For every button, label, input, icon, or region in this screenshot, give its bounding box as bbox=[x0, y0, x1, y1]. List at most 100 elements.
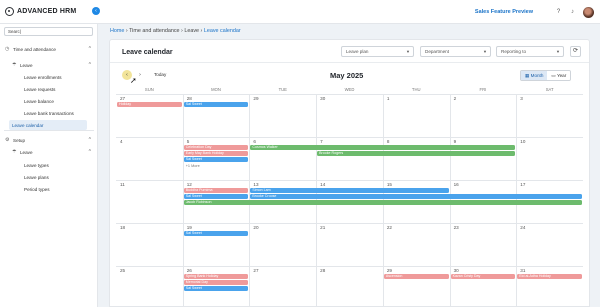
day-number[interactable]: 30 bbox=[320, 96, 325, 101]
leave-plan-select[interactable]: Leave plan ▼ bbox=[341, 46, 414, 57]
reporting-to-select[interactable]: Reporting to ▼ bbox=[496, 46, 564, 57]
sales-feature-preview-link[interactable]: Sales Feature Preview bbox=[475, 9, 533, 15]
day-number[interactable]: 2 bbox=[454, 96, 457, 101]
chevron-up-icon[interactable]: ^ bbox=[89, 149, 91, 155]
day-number[interactable]: 23 bbox=[454, 225, 459, 230]
avatar[interactable] bbox=[583, 6, 594, 18]
leave-event[interactable]: Sal Sweet bbox=[183, 194, 249, 199]
next-month-button[interactable]: › bbox=[136, 70, 144, 80]
leave-event[interactable]: Sal Sweet bbox=[183, 286, 249, 291]
sidebar-item-setup[interactable]: ⚙ Setup ^ bbox=[0, 135, 98, 145]
day-number[interactable]: 1 bbox=[387, 96, 390, 101]
sidebar-item-leave-plans[interactable]: Leave plans bbox=[0, 172, 98, 182]
leave-event[interactable]: Cosmos Walker bbox=[250, 145, 516, 150]
more-events-link[interactable]: +1 More bbox=[186, 164, 200, 168]
sidebar-item-leave-bank-transactions[interactable]: Leave bank transactions bbox=[0, 108, 98, 118]
leave-plan-select-label: Leave plan bbox=[346, 49, 369, 54]
leave-event[interactable]: Kazan Cristy Day bbox=[450, 274, 516, 279]
refresh-icon: ⟳ bbox=[572, 48, 579, 54]
today-button[interactable]: Today bbox=[154, 72, 166, 77]
leave-event[interactable]: Jacob Robinson bbox=[183, 200, 582, 205]
chevron-up-icon[interactable]: ^ bbox=[89, 62, 91, 68]
leave-event[interactable]: Brooke Croose bbox=[250, 194, 582, 199]
day-number[interactable]: 8 bbox=[387, 139, 390, 144]
day-number[interactable]: 16 bbox=[454, 182, 459, 187]
chevron-down-icon: ▼ bbox=[406, 49, 410, 54]
leave-event[interactable]: Sal Sweet bbox=[183, 231, 249, 236]
month-view-button[interactable]: ▦ Month bbox=[521, 71, 548, 80]
day-number[interactable]: 15 bbox=[387, 182, 392, 187]
sidebar-item-leave[interactable]: ☂ Leave ^ bbox=[0, 147, 98, 157]
day-number[interactable]: 5 bbox=[187, 139, 190, 144]
day-number[interactable]: 28 bbox=[320, 268, 325, 273]
sidebar-item-period-types[interactable]: Period types bbox=[0, 184, 98, 194]
leave-event[interactable]: Early May Bank Holiday bbox=[183, 151, 249, 156]
leave-event[interactable]: Sal Sweet bbox=[183, 157, 249, 162]
day-number[interactable]: 28 bbox=[187, 96, 192, 101]
sidebar-item-label: Leave balance bbox=[24, 98, 54, 104]
search-input[interactable]: Searc| bbox=[4, 27, 93, 36]
leave-event[interactable]: Holiday bbox=[117, 102, 182, 107]
day-number[interactable]: 30 bbox=[454, 268, 459, 273]
sidebar-item-label: Leave enrollments bbox=[24, 74, 62, 80]
day-number[interactable]: 20 bbox=[253, 225, 258, 230]
sidebar-item-leave-types[interactable]: Leave types bbox=[0, 160, 98, 170]
breadcrumb-time-attendance[interactable]: Time and attendance bbox=[129, 28, 179, 34]
bell-icon[interactable]: ♪ bbox=[569, 9, 576, 16]
day-number[interactable]: 6 bbox=[253, 139, 256, 144]
day-number[interactable]: 10 bbox=[520, 139, 525, 144]
day-number[interactable]: 25 bbox=[120, 268, 125, 273]
day-number[interactable]: 27 bbox=[120, 96, 125, 101]
day-number[interactable]: 18 bbox=[120, 225, 125, 230]
breadcrumb-leave[interactable]: Leave bbox=[184, 28, 199, 34]
calendar-grid: SUN MON TUE WED THU FRI SAT 27 28 29 30 1 2 3 Holiday… bbox=[116, 85, 583, 307]
leave-event[interactable]: Sal Sweet bbox=[183, 102, 249, 107]
day-number[interactable]: 12 bbox=[187, 182, 192, 187]
leave-event[interactable]: Celebration Day bbox=[183, 145, 249, 150]
leave-event[interactable]: Buddha Purnima bbox=[183, 188, 249, 193]
day-number[interactable]: 24 bbox=[520, 225, 525, 230]
chevron-up-icon[interactable]: ^ bbox=[89, 46, 91, 52]
sidebar-item-label: Period types bbox=[24, 186, 50, 192]
chevron-up-icon[interactable]: ^ bbox=[89, 137, 91, 143]
day-number[interactable]: 13 bbox=[253, 182, 258, 187]
sidebar-item-leave-balance[interactable]: Leave balance bbox=[0, 96, 98, 106]
leave-event[interactable]: Eid al-Adha Holiday bbox=[517, 274, 582, 279]
day-number[interactable]: 31 bbox=[520, 268, 525, 273]
day-number[interactable]: 9 bbox=[454, 139, 457, 144]
sidebar-item-time-and-attendance[interactable]: ◷ Time and attendance ^ bbox=[0, 44, 98, 54]
breadcrumb-home[interactable]: Home bbox=[110, 28, 124, 34]
day-number[interactable]: 26 bbox=[187, 268, 192, 273]
app-logo[interactable]: ADVANCED HRM bbox=[5, 0, 76, 24]
day-number[interactable]: 7 bbox=[320, 139, 323, 144]
day-number[interactable]: 3 bbox=[520, 96, 523, 101]
day-number[interactable]: 11 bbox=[120, 182, 125, 187]
department-select[interactable]: Department ▼ bbox=[420, 46, 491, 57]
day-number[interactable]: 19 bbox=[187, 225, 192, 230]
leave-event[interactable]: Simon Lam bbox=[250, 188, 449, 193]
day-number[interactable]: 17 bbox=[520, 182, 525, 187]
sidebar-item-label: Leave calendar bbox=[12, 122, 44, 128]
sidebar-item-leave-requests[interactable]: Leave requests bbox=[0, 84, 98, 94]
help-icon[interactable]: ? bbox=[555, 9, 562, 16]
day-number[interactable]: 21 bbox=[320, 225, 325, 230]
sidebar-item-leave-calendar[interactable]: Leave calendar bbox=[9, 120, 87, 130]
sidebar-item-label: Time and attendance bbox=[13, 46, 56, 52]
sidebar-item-label: Leave bbox=[20, 62, 33, 68]
sidebar-item-leave-enrollments[interactable]: Leave enrollments bbox=[0, 72, 98, 82]
day-number[interactable]: 29 bbox=[253, 96, 258, 101]
leave-event[interactable]: Brooke Rogers bbox=[317, 151, 516, 156]
leave-event[interactable]: Spring Bank Holiday bbox=[183, 274, 249, 279]
day-number[interactable]: 27 bbox=[253, 268, 258, 273]
year-view-button[interactable]: ▭ Year bbox=[547, 71, 571, 80]
day-number[interactable]: 14 bbox=[320, 182, 325, 187]
leave-event[interactable]: Ascension bbox=[383, 274, 449, 279]
day-number[interactable]: 29 bbox=[387, 268, 392, 273]
sidebar-item-leave[interactable]: ☂ Leave ^ bbox=[0, 60, 98, 70]
day-number[interactable]: 22 bbox=[387, 225, 392, 230]
leave-event[interactable]: Memorial Day bbox=[183, 280, 249, 285]
day-number[interactable]: 4 bbox=[120, 139, 123, 144]
sidebar-toggle-button[interactable]: ‹ bbox=[92, 7, 100, 15]
page-title: Leave calendar bbox=[122, 49, 173, 56]
refresh-button[interactable]: ⟳ bbox=[570, 46, 581, 57]
